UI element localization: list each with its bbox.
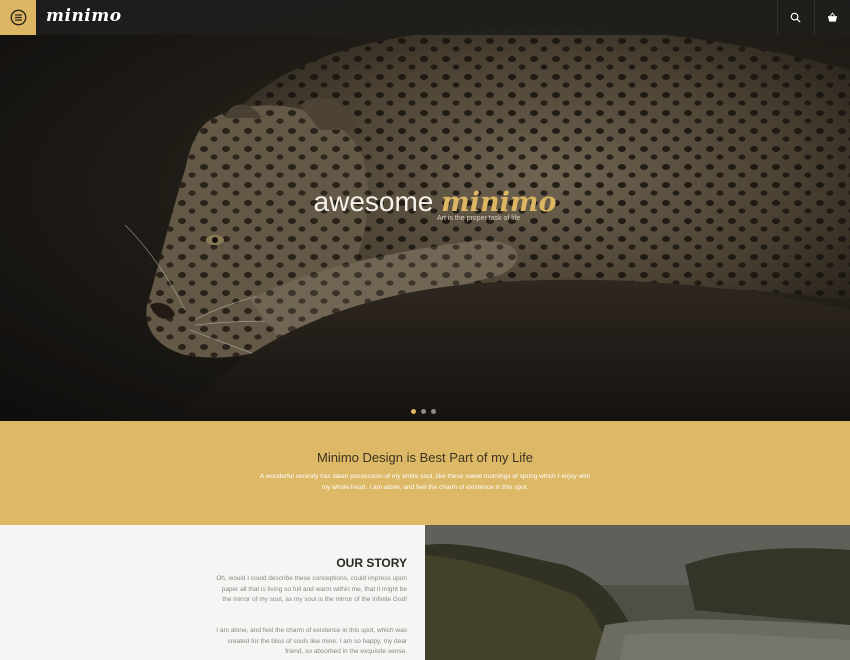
story-paragraph-1: Oh, would I could describe these concept… <box>216 575 407 603</box>
slider-dot-2[interactable] <box>421 409 426 414</box>
intro-section: Minimo Design is Best Part of my Life A … <box>0 421 850 525</box>
hero-title-plain: awesome <box>313 186 434 217</box>
story-paragraph-2: I am alone, and feel the charm of existe… <box>216 627 407 655</box>
intro-heading: Minimo Design is Best Part of my Life <box>316 450 534 465</box>
story-heading: OUR STORY <box>336 556 407 570</box>
hero-title-accent: minimo <box>441 187 557 218</box>
shopping-basket-icon <box>827 12 838 22</box>
menu-button[interactable] <box>0 0 36 35</box>
river-forest-image <box>425 525 850 660</box>
hero-slider: awesome minimo Art is the proper task of… <box>0 0 850 421</box>
slider-dot-1[interactable] <box>411 409 416 414</box>
search-button[interactable] <box>777 0 813 35</box>
our-story-section: OUR STORY Oh, would I could describe the… <box>0 525 425 660</box>
site-header: minimo <box>0 0 850 35</box>
hero-title: awesome minimo <box>0 186 850 218</box>
cart-button[interactable] <box>814 0 850 35</box>
site-logo[interactable]: minimo <box>46 6 122 26</box>
intro-text: A wonderful serenity has taken possessio… <box>259 473 591 491</box>
hamburger-menu-icon <box>10 9 26 26</box>
hero-subtitle: Art is the proper task of life <box>437 215 521 222</box>
river-forest-illustration <box>425 525 850 660</box>
slider-pagination <box>411 409 436 414</box>
slider-dot-3[interactable] <box>431 409 436 414</box>
search-icon <box>790 12 801 23</box>
